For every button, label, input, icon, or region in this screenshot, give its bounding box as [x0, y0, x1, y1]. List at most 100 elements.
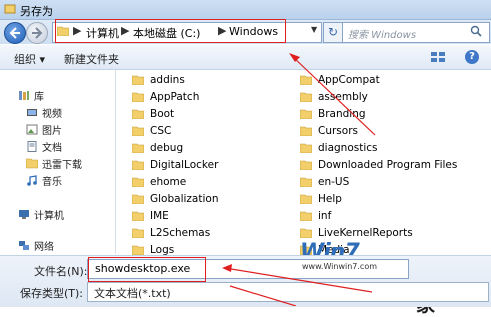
- nav-label: 迅雷下载: [42, 160, 82, 171]
- folder-item[interactable]: CSC: [132, 125, 171, 137]
- nav-item-videos[interactable]: 视频: [26, 105, 62, 120]
- nav-item-documents[interactable]: 文档: [26, 139, 62, 154]
- folder-item[interactable]: assembly: [300, 91, 368, 103]
- folder-icon: [300, 126, 312, 136]
- folder-item[interactable]: LiveKernelReports: [300, 227, 413, 239]
- nav-label: 网络: [34, 242, 54, 253]
- library-icon: [19, 91, 29, 100]
- folder-item[interactable]: DigitalLocker: [132, 159, 218, 171]
- dialog-icon: [4, 4, 16, 14]
- nav-item-thunder-downloads[interactable]: 迅雷下载: [26, 156, 82, 171]
- folder-item[interactable]: Branding: [300, 108, 366, 120]
- folder-icon: [132, 177, 144, 187]
- folder-name: diagnostics: [318, 142, 378, 154]
- folder-item[interactable]: inf: [300, 210, 331, 222]
- folder-name: inf: [318, 210, 332, 222]
- folder-name: L2Schemas: [150, 227, 211, 239]
- folder-name: DigitalLocker: [150, 159, 219, 171]
- forward-arrow-icon: [32, 27, 43, 39]
- nav-label: 计算机: [34, 211, 64, 222]
- nav-label: 图片: [42, 126, 62, 137]
- folder-name: Downloaded Program Files: [318, 159, 458, 171]
- folder-name: ehome: [150, 176, 187, 188]
- folder-item[interactable]: debug: [132, 142, 183, 154]
- folder-icon: [132, 75, 144, 85]
- nav-item-pictures[interactable]: 图片: [26, 122, 62, 137]
- folder-item[interactable]: AppPatch: [132, 91, 199, 103]
- back-button[interactable]: [4, 22, 26, 44]
- filetype-label: 保存类型(T):: [20, 287, 84, 300]
- filetype-value: 文本文档(*.txt): [94, 287, 171, 300]
- folder-icon: [132, 245, 144, 255]
- picture-library-icon: [26, 124, 38, 135]
- view-options-icon[interactable]: [430, 51, 446, 63]
- folder-icon: [132, 228, 144, 238]
- folder-name: LiveKernelReports: [318, 227, 413, 239]
- network-icon: [19, 241, 29, 250]
- folder-icon: [132, 160, 144, 170]
- folder-icon: [300, 109, 312, 119]
- refresh-button[interactable]: ↻: [323, 22, 343, 43]
- nav-item-music[interactable]: 音乐: [26, 173, 62, 188]
- title-bar: [0, 0, 491, 20]
- folder-icon: [300, 194, 312, 204]
- navigation-pane: 库 视频 图片 文档 迅雷下载 音乐 计算机 网络: [0, 70, 116, 254]
- nav-label: 文档: [42, 143, 62, 154]
- annotation-highlight-box: [88, 257, 206, 282]
- search-placeholder: 搜索 Windows: [348, 30, 417, 41]
- folder-name: en-US: [318, 176, 350, 188]
- folder-item[interactable]: Cursors: [300, 125, 358, 137]
- nav-network[interactable]: 网络: [18, 238, 54, 253]
- folder-name: CSC: [150, 125, 172, 137]
- folder-item[interactable]: AppCompat: [300, 74, 380, 86]
- back-arrow-icon: [9, 27, 20, 39]
- folder-name: assembly: [318, 91, 368, 103]
- folder-name: debug: [150, 142, 184, 154]
- watermark-url: www.Winwin7.com: [300, 262, 380, 271]
- folder-name: Globalization: [150, 193, 219, 205]
- filename-label: 文件名(N):: [34, 265, 88, 278]
- nav-label: 库: [34, 92, 44, 103]
- folder-name: Branding: [318, 108, 366, 120]
- folder-item[interactable]: ehome: [132, 176, 186, 188]
- folder-name: Cursors: [318, 125, 358, 137]
- folder-icon: [300, 75, 312, 85]
- folder-item[interactable]: Downloaded Program Files: [300, 159, 457, 171]
- nav-label: 音乐: [42, 177, 62, 188]
- nav-label: 视频: [42, 109, 62, 120]
- refresh-icon: ↻: [327, 25, 339, 39]
- folder-icon: [132, 194, 144, 204]
- window-title: 另存为: [20, 5, 53, 18]
- folder-item[interactable]: Help: [300, 193, 342, 205]
- forward-button[interactable]: [26, 22, 48, 44]
- help-icon[interactable]: ?: [465, 50, 479, 64]
- nav-libraries[interactable]: 库: [18, 88, 44, 103]
- folder-icon: [132, 211, 144, 221]
- annotation-highlight-box: [55, 19, 286, 43]
- search-icon[interactable]: [470, 25, 482, 37]
- folder-item[interactable]: Globalization: [132, 193, 218, 205]
- folder-item[interactable]: en-US: [300, 176, 349, 188]
- file-list: addins AppPatch Boot CSC debug DigitalLo…: [116, 70, 491, 256]
- folder-name: AppPatch: [150, 91, 200, 103]
- folder-icon: [300, 177, 312, 187]
- folder-name: addins: [150, 74, 185, 86]
- folder-name: IME: [150, 210, 169, 222]
- organize-menu-button[interactable]: 组织 ▾: [14, 51, 45, 67]
- folder-item[interactable]: L2Schemas: [132, 227, 210, 239]
- folder-icon: [132, 126, 144, 136]
- nav-computer[interactable]: 计算机: [18, 207, 64, 222]
- new-folder-button[interactable]: 新建文件夹: [64, 51, 119, 67]
- folder-item[interactable]: IME: [132, 210, 169, 222]
- folder-icon: [132, 109, 144, 119]
- folder-icon: [300, 228, 312, 238]
- folder-item[interactable]: addins: [132, 74, 185, 86]
- folder-item[interactable]: Boot: [132, 108, 174, 120]
- address-dropdown-icon[interactable]: ▼: [311, 25, 317, 34]
- document-library-icon: [27, 141, 37, 152]
- folder-icon: [132, 143, 144, 153]
- folder-icon: [300, 211, 312, 221]
- download-folder-icon: [26, 158, 38, 169]
- folder-icon: [132, 92, 144, 102]
- folder-item[interactable]: diagnostics: [300, 142, 378, 154]
